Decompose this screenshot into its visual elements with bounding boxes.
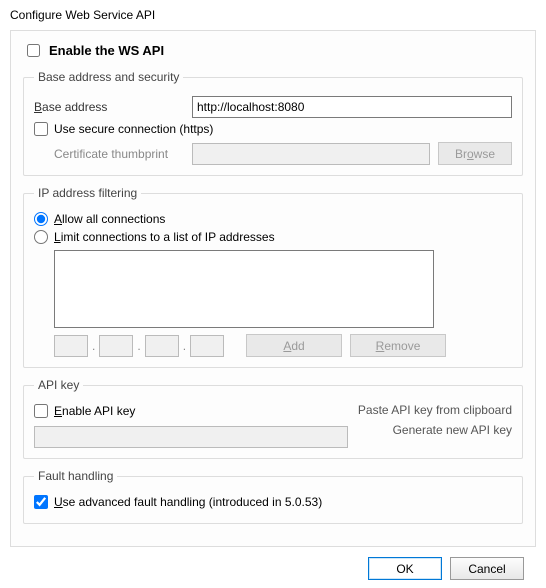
- enable-api-key-label: Enable API key: [54, 404, 135, 418]
- enable-api-key-checkbox[interactable]: [34, 404, 48, 418]
- enable-ws-api-checkbox[interactable]: [27, 44, 40, 57]
- ip-dot: .: [183, 339, 186, 353]
- ip-filtering-legend: IP address filtering: [34, 186, 141, 200]
- ip-octet-3: [145, 335, 179, 357]
- api-key-group: API key Enable API key Paste API key fro…: [23, 378, 523, 459]
- enable-ws-api-label: Enable the WS API: [49, 43, 164, 58]
- cert-thumbprint-input: [192, 143, 430, 165]
- base-address-group: Base address and security Base address U…: [23, 70, 523, 176]
- browse-button: Browse: [438, 142, 512, 165]
- paste-api-key-link[interactable]: Paste API key from clipboard: [358, 400, 512, 420]
- fault-handling-legend: Fault handling: [34, 469, 117, 483]
- remove-ip-button: Remove: [350, 334, 446, 357]
- main-panel: Enable the WS API Base address and secur…: [10, 30, 536, 547]
- ip-octet-1: [54, 335, 88, 357]
- allow-all-label: Allow all connections: [54, 212, 165, 226]
- use-secure-label: Use secure connection (https): [54, 122, 213, 136]
- base-address-input[interactable]: [192, 96, 512, 118]
- ip-dot: .: [92, 339, 95, 353]
- ip-octet-2: [99, 335, 133, 357]
- advanced-fault-checkbox[interactable]: [34, 495, 48, 509]
- add-ip-button: Add: [246, 334, 342, 357]
- dialog-title: Configure Web Service API: [10, 4, 536, 30]
- use-secure-checkbox[interactable]: [34, 122, 48, 136]
- fault-handling-group: Fault handling Use advanced fault handli…: [23, 469, 523, 524]
- limit-list-radio[interactable]: [34, 230, 48, 244]
- ip-dot: .: [137, 339, 140, 353]
- allow-all-radio[interactable]: [34, 212, 48, 226]
- advanced-fault-label: Use advanced fault handling (introduced …: [54, 495, 322, 509]
- generate-api-key-link[interactable]: Generate new API key: [358, 420, 512, 440]
- cert-thumbprint-label: Certificate thumbprint: [54, 147, 184, 161]
- ok-button[interactable]: OK: [368, 557, 442, 580]
- api-key-legend: API key: [34, 378, 83, 392]
- ip-filtering-group: IP address filtering Allow all connectio…: [23, 186, 523, 368]
- cancel-button[interactable]: Cancel: [450, 557, 524, 580]
- api-key-input: [34, 426, 348, 448]
- limit-list-label: Limit connections to a list of IP addres…: [54, 230, 275, 244]
- ip-octet-4: [190, 335, 224, 357]
- base-address-label: Base address: [34, 100, 184, 114]
- base-address-legend: Base address and security: [34, 70, 183, 84]
- ip-address-listbox[interactable]: [54, 250, 434, 328]
